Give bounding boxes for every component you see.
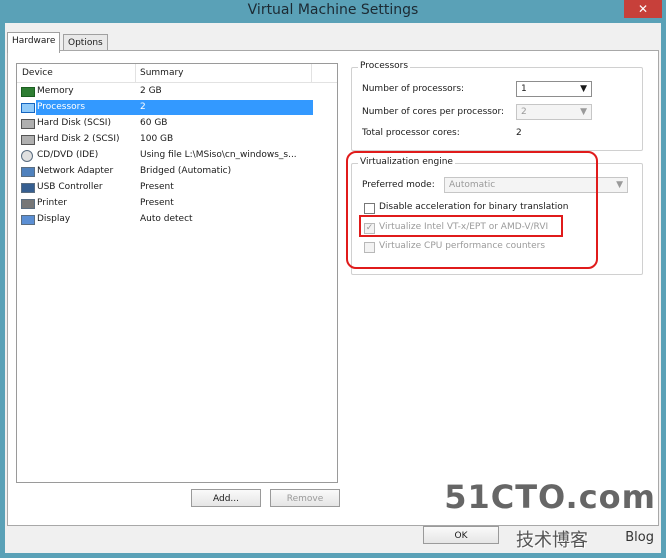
printer-icon [21, 199, 35, 209]
processor-icon [21, 103, 35, 113]
network-adapter-icon [21, 167, 35, 177]
device-name: Processors [37, 102, 86, 112]
chevron-down-icon: ▼ [580, 107, 587, 117]
annotation-highlight-box [346, 151, 598, 269]
hard-disk-icon [21, 119, 35, 129]
watermark-blog: Blog [625, 530, 654, 545]
close-button[interactable]: ✕ [624, 0, 662, 18]
num-processors-value: 1 [521, 84, 527, 94]
device-summary: Using file L:\MSiso\cn_windows_s... [140, 150, 297, 160]
memory-icon [21, 87, 35, 97]
column-summary[interactable]: Summary [140, 68, 184, 78]
device-summary: 100 GB [140, 134, 174, 144]
column-device[interactable]: Device [22, 68, 53, 78]
remove-button[interactable]: Remove [270, 489, 340, 507]
device-name: Memory [37, 86, 74, 96]
device-name: Hard Disk 2 (SCSI) [37, 134, 120, 144]
device-row-hard-disk[interactable]: Hard Disk (SCSI) 60 GB [17, 116, 337, 132]
window-title: Virtual Machine Settings [247, 2, 419, 18]
device-summary: 60 GB [140, 118, 168, 128]
annotation-highlight-vtx [359, 215, 563, 237]
dialog-client-area: Hardware Options Device Summary Memory 2… [5, 23, 661, 553]
total-cores-label: Total processor cores: [362, 128, 460, 138]
device-summary: 2 [140, 102, 146, 112]
chevron-down-icon: ▼ [580, 84, 587, 94]
column-separator [311, 64, 312, 82]
device-name: Hard Disk (SCSI) [37, 118, 111, 128]
device-row-memory[interactable]: Memory 2 GB [17, 84, 337, 100]
add-button[interactable]: Add... [191, 489, 261, 507]
display-icon [21, 215, 35, 225]
watermark-subtitle: 技术博客 [516, 530, 588, 551]
hard-disk-icon [21, 135, 35, 145]
device-name: Display [37, 214, 71, 224]
num-processors-select[interactable]: 1 ▼ [516, 81, 592, 97]
device-row-printer[interactable]: Printer Present [17, 196, 337, 212]
processors-group: Processors Number of processors: 1 ▼ Num… [351, 61, 643, 151]
device-name: CD/DVD (IDE) [37, 150, 99, 160]
watermark-site: 51CTO.com [444, 478, 656, 516]
device-name: Network Adapter [37, 166, 114, 176]
cd-dvd-icon [21, 150, 33, 162]
device-row-processors[interactable]: Processors 2 [17, 100, 337, 116]
device-row-usb-controller[interactable]: USB Controller Present [17, 180, 337, 196]
tab-hardware[interactable]: Hardware [7, 32, 61, 53]
ok-button[interactable]: OK [423, 526, 499, 544]
device-list-header: Device Summary [17, 64, 337, 83]
device-name: Printer [37, 198, 67, 208]
dialog-window: Virtual Machine Settings ✕ Hardware Opti… [0, 0, 666, 558]
num-processors-label: Number of processors: [362, 84, 465, 94]
cores-per-processor-select[interactable]: 2 ▼ [516, 104, 592, 120]
processors-legend: Processors [358, 61, 411, 71]
device-summary: Auto detect [140, 214, 193, 224]
device-summary: Present [140, 198, 174, 208]
usb-controller-icon [21, 183, 35, 193]
chevron-down-icon: ▼ [616, 180, 623, 190]
cores-per-processor-label: Number of cores per processor: [362, 107, 505, 117]
device-summary: Bridged (Automatic) [140, 166, 232, 176]
device-summary: 2 GB [140, 86, 162, 96]
site-watermark: 51CTO.com 技术博客 Blog [444, 478, 660, 558]
device-list[interactable]: Device Summary Memory 2 GB Processors 2 [16, 63, 338, 483]
column-separator [135, 64, 136, 82]
device-row-hard-disk-2[interactable]: Hard Disk 2 (SCSI) 100 GB [17, 132, 337, 148]
device-row-network-adapter[interactable]: Network Adapter Bridged (Automatic) [17, 164, 337, 180]
hardware-panel: Device Summary Memory 2 GB Processors 2 [7, 50, 659, 526]
device-row-display[interactable]: Display Auto detect [17, 212, 337, 228]
title-bar: Virtual Machine Settings ✕ [0, 0, 666, 22]
device-name: USB Controller [37, 182, 103, 192]
total-cores-value: 2 [516, 128, 522, 138]
cores-per-processor-value: 2 [521, 107, 527, 117]
device-summary: Present [140, 182, 174, 192]
device-row-cd-dvd[interactable]: CD/DVD (IDE) Using file L:\MSiso\cn_wind… [17, 148, 337, 164]
